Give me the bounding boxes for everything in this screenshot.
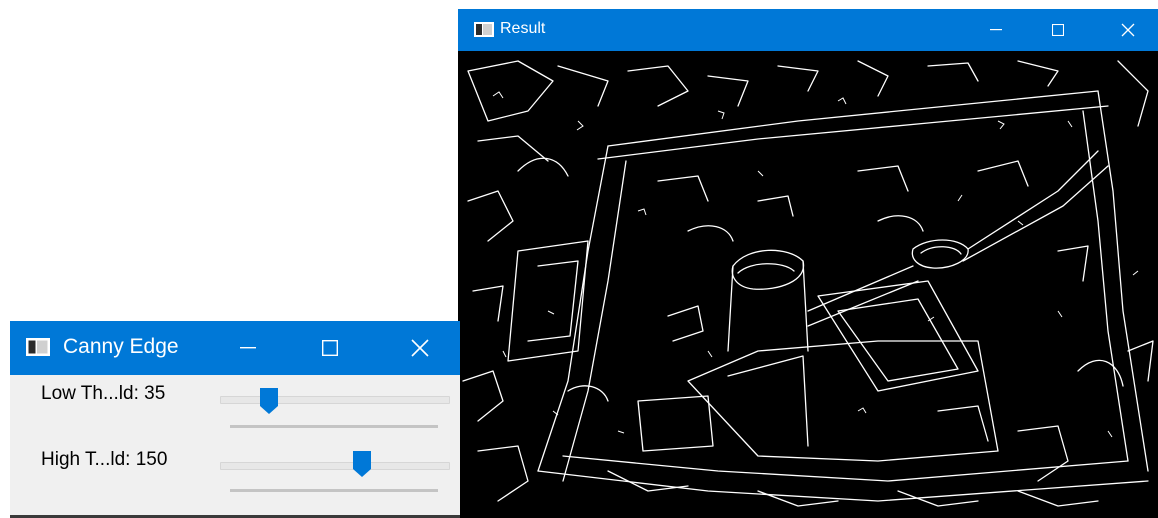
maximize-icon [322, 340, 338, 356]
slider-thumb[interactable] [352, 450, 372, 478]
result-window: Result [458, 9, 1158, 518]
trackbar-label: Low Th...ld: 35 [41, 383, 166, 404]
slider-thumb-icon [353, 451, 372, 477]
maximize-button[interactable] [1028, 9, 1088, 51]
canny-edge-window: Canny Edge Low Th...ld: 35 High T...ld: … [10, 321, 460, 518]
trackbar-high-threshold: High T...ld: 150 [10, 443, 460, 492]
app-window-icon [474, 22, 494, 37]
result-titlebar[interactable]: Result [458, 9, 1158, 51]
maximize-button[interactable] [300, 321, 360, 375]
trackbar-low-threshold: Low Th...ld: 35 [10, 377, 460, 428]
slider-thumb-icon [259, 388, 278, 414]
close-icon [1121, 23, 1135, 37]
close-button[interactable] [1098, 9, 1158, 51]
trackbar-label: High T...ld: 150 [41, 449, 168, 470]
slider-track[interactable] [220, 462, 450, 470]
window-title: Result [500, 20, 546, 37]
edge-image [458, 51, 1158, 518]
minimize-icon [240, 347, 256, 349]
slider-track[interactable] [220, 396, 450, 404]
slider-ticks [230, 425, 438, 428]
window-title: Canny Edge [63, 335, 179, 358]
close-button[interactable] [390, 321, 450, 375]
maximize-icon [1052, 24, 1064, 36]
slider-thumb[interactable] [259, 387, 279, 415]
slider-ticks [230, 489, 438, 492]
minimize-icon [990, 29, 1002, 31]
canny-titlebar[interactable]: Canny Edge [10, 321, 460, 375]
minimize-button[interactable] [966, 9, 1026, 51]
minimize-button[interactable] [218, 321, 278, 375]
close-icon [411, 339, 429, 357]
app-window-icon [26, 338, 50, 356]
